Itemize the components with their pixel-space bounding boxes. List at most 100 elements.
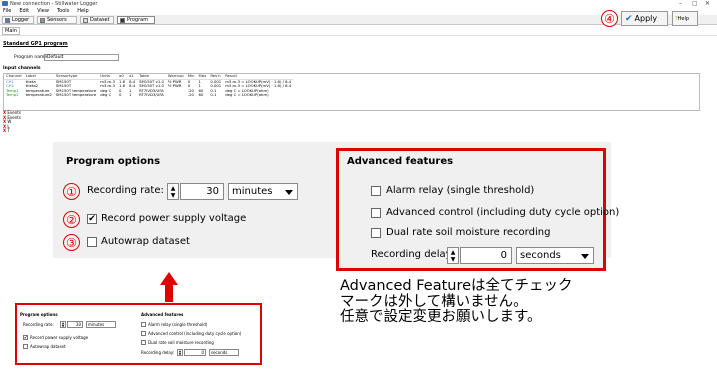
program-title: Standard GP1 program [3, 41, 68, 47]
recording-rate-input[interactable]: 30 [180, 183, 224, 200]
mini-delay-input[interactable]: 0 [184, 349, 206, 356]
window-title: New connection - Stillwater Logger [10, 1, 98, 7]
mini-delay-label: Recording delay: [141, 350, 175, 355]
mini-power-checkbox[interactable]: ✔ [23, 335, 28, 340]
table-cell: RT7IVD3/UFA [139, 92, 164, 97]
alarm-relay-checkbox[interactable] [371, 186, 381, 196]
tab-program-label: Program [127, 17, 149, 23]
chevron-down-icon [285, 190, 293, 195]
list-item[interactable]: X T [3, 128, 21, 134]
marker-1: ① [63, 183, 80, 200]
subtab-main[interactable]: Main [2, 27, 20, 35]
alarm-relay-label: Alarm relay (single threshold) [386, 185, 535, 196]
table-cell: temperature2 [25, 92, 52, 97]
menu-help[interactable]: Help [77, 8, 88, 15]
mini-rate-spinner[interactable]: ▲ ▼ [60, 321, 66, 328]
table-cell: Temp2 [6, 92, 19, 97]
tab-logger[interactable]: Logger [2, 16, 34, 24]
checkmark-icon: ✔ [625, 13, 633, 24]
tab-sensors-label: Sensors [47, 17, 67, 23]
mini-delay-spinner[interactable]: ▲ ▼ [177, 349, 183, 356]
table-cell: 60 [198, 92, 204, 97]
record-power-checkbox[interactable]: ✔ [87, 214, 97, 224]
apply-label: Apply [634, 14, 658, 23]
program-name-input[interactable]: Default [44, 54, 119, 61]
tab-sensors[interactable]: Sensors [37, 16, 77, 24]
recording-rate-label: Recording rate: [87, 185, 164, 196]
recording-delay-unit-value: seconds [520, 250, 561, 261]
mini-rate-input[interactable]: 30 [67, 321, 83, 328]
extra-channels: X Events X Events X W X L X T [3, 110, 21, 134]
recording-delay-input[interactable]: 0 [460, 247, 512, 264]
table-row[interactable]: Temp2 temperature2 SM150T temperature deg C… [4, 92, 293, 98]
recording-delay-unit-select[interactable]: seconds [516, 247, 594, 264]
mini-po-title: Program options [20, 312, 58, 317]
mini-dual-checkbox[interactable] [141, 340, 146, 345]
record-power-label: Record power supply voltage [101, 213, 247, 224]
table-cell: 0.1 [210, 92, 217, 97]
table-cell: 1 [129, 92, 132, 97]
note-line-2: マークは外して構いません。 [340, 293, 528, 310]
dual-rate-label: Dual rate soil moisture recording [386, 227, 551, 238]
note-line-1: Advanced Featureは全てチェック [340, 278, 573, 294]
table-cell: 0 [119, 92, 122, 97]
mini-alarm-checkbox[interactable] [141, 322, 146, 327]
note-line-3: 任意で設定変更お願いします。 [340, 309, 542, 325]
program-options-title: Program options [66, 156, 161, 167]
help-button[interactable]: ? Help [672, 11, 698, 26]
arrow-shaft [165, 284, 173, 302]
logger-icon [5, 17, 10, 23]
mini-autowrap-label: Autowrap dataset [30, 344, 66, 349]
recording-delay-spinner[interactable]: ▲ ▼ [447, 247, 459, 264]
recording-delay-label: Recording delay: [371, 249, 455, 260]
mini-autowrap-checkbox[interactable] [23, 344, 28, 349]
autowrap-checkbox[interactable] [87, 237, 97, 247]
recording-rate-unit-value: minutes [232, 186, 273, 197]
advanced-features-title: Advanced features [347, 156, 454, 167]
tab-program[interactable]: Program [117, 16, 155, 24]
minimize-button[interactable]: – [679, 0, 682, 7]
mini-rate-unit[interactable]: minutes [86, 321, 116, 328]
table-cell: SM150T temperature [55, 92, 97, 97]
mini-af-title: Advanced features [141, 312, 184, 317]
advanced-control-label: Advanced control (including duty cycle o… [386, 207, 620, 218]
recording-rate-unit-select[interactable]: minutes [228, 183, 298, 200]
advanced-control-checkbox[interactable] [371, 208, 381, 218]
tab-dataset[interactable]: Dataset [80, 16, 114, 24]
menu-file[interactable]: File [3, 8, 11, 15]
table-cell: -20 [187, 92, 194, 97]
mini-delay-unit[interactable]: seconds [209, 349, 239, 356]
table-cell: deg C = LOOKUP(ohm) [225, 92, 269, 97]
table-cell: deg C [100, 92, 112, 97]
apply-button[interactable]: ✔ Apply [621, 11, 668, 26]
recording-rate-spinner[interactable]: ▲ ▼ [167, 183, 179, 200]
chevron-down-icon [581, 254, 589, 259]
menu-edit[interactable]: Edit [19, 8, 29, 15]
close-button[interactable]: ✕ [705, 0, 710, 7]
program-icon [120, 17, 125, 23]
mini-control-label: Advanced control (including duty cycle o… [148, 331, 242, 336]
autowrap-label: Autowrap dataset [101, 236, 190, 247]
divider [0, 35, 717, 36]
table-cell [166, 93, 186, 98]
mini-dual-label: Dual rate soil moisture recording [148, 340, 214, 345]
marker-4: ④ [601, 10, 618, 27]
marker-2: ② [63, 211, 80, 228]
maximize-button[interactable]: ▢ [692, 0, 698, 7]
channels-table: Channel Label Sensortype Units a0 a1 Table Warm… [3, 73, 700, 111]
mini-power-label: Record power supply voltage [30, 335, 89, 340]
help-label: Help [677, 15, 690, 22]
input-channels-title: Input channels [3, 66, 41, 71]
tab-logger-label: Logger [12, 17, 30, 23]
mini-control-checkbox[interactable] [141, 331, 146, 336]
tab-dataset-label: Dataset [90, 17, 110, 23]
marker-3: ③ [63, 234, 80, 251]
menu-tools[interactable]: Tools [57, 8, 69, 15]
dual-rate-checkbox[interactable] [371, 228, 381, 238]
sensors-icon [40, 17, 45, 23]
title-bar: New connection - Stillwater Logger – ▢ ✕ [0, 0, 717, 8]
menu-view[interactable]: View [37, 8, 49, 15]
mini-screenshot: Program options Recording rate: ▲ ▼ 30 mi… [15, 303, 262, 365]
app-icon [2, 1, 8, 6]
dataset-icon [83, 17, 88, 23]
